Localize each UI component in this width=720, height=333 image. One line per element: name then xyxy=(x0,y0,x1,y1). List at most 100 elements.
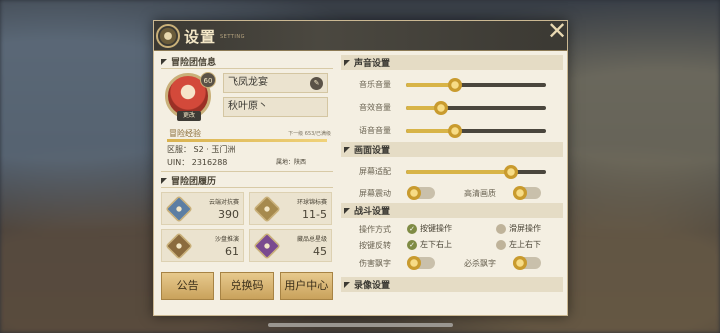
record-item[interactable]: 环球锦标赛 11-5 xyxy=(249,192,332,225)
display-toggles-row: 屏幕震动 高清画质 xyxy=(341,183,563,203)
cloud-battle-icon xyxy=(165,195,193,223)
player-name-field[interactable]: 飞凤龙宴 ✎ xyxy=(223,73,328,93)
page-title: 设置 xyxy=(184,28,217,46)
voice-volume-row: 语音音量 xyxy=(341,119,563,142)
record-value: 45 xyxy=(313,245,327,258)
uin-text: UIN： 2316288 xyxy=(167,158,228,167)
records-grid: 云端对抗赛 390 环球锦标赛 11-5 沙盘推演 61 藏品总星级 45 xyxy=(161,192,333,262)
display-settings-header: 画面设置 xyxy=(341,142,563,157)
server-text: 区服： S2 · 玉门洲 xyxy=(167,145,236,154)
section-triangle-icon xyxy=(344,59,350,66)
exp-bar-fill xyxy=(167,139,327,142)
voice-volume-label: 语音音量 xyxy=(359,126,391,135)
check-icon: ✓ xyxy=(407,223,417,234)
section-triangle-icon xyxy=(344,207,350,214)
control-mode-row: 操作方式 ✓ 按键操作 滑屏操作 xyxy=(341,221,563,237)
record-name: 云端对抗赛 xyxy=(208,199,239,206)
radio-icon xyxy=(496,239,506,250)
page-subtitle: SETTING xyxy=(220,34,245,40)
record-name: 沙盘推演 xyxy=(214,236,239,243)
record-settings-header: 录像设置 xyxy=(341,277,563,292)
check-icon: ✓ xyxy=(407,239,417,250)
kill-text-toggle[interactable] xyxy=(513,256,541,270)
radio-icon xyxy=(496,223,506,234)
sfx-volume-slider[interactable] xyxy=(406,101,546,115)
record-item[interactable]: 云端对抗赛 390 xyxy=(161,192,244,225)
slider-knob[interactable] xyxy=(434,101,448,115)
history-header-label: 冒险团履历 xyxy=(171,177,217,187)
exp-bar xyxy=(167,139,327,142)
slider-knob[interactable] xyxy=(504,165,518,179)
option-label: 左下右上 xyxy=(420,240,452,249)
exp-progress-text: 下一级 653/已满级 xyxy=(288,131,331,137)
option-label: 按键操作 xyxy=(420,224,452,233)
button-control-option[interactable]: ✓ 按键操作 xyxy=(407,223,452,234)
sfx-volume-row: 音效音量 xyxy=(341,96,563,119)
settings-dialog: 设置 SETTING 冒险团信息 60 更改 飞凤龙宴 ✎ 秋叶原丶 冒险经验 … xyxy=(153,20,568,316)
option-label: 滑屏操作 xyxy=(509,224,541,233)
change-avatar-button[interactable]: 更改 xyxy=(177,111,201,121)
team-info-header: 冒险团信息 xyxy=(161,55,333,69)
slider-fill xyxy=(406,170,511,174)
championship-icon xyxy=(253,195,281,223)
kill-text-label: 必杀飘字 xyxy=(464,259,496,268)
hd-quality-label: 高清画质 xyxy=(464,189,496,198)
sfx-volume-label: 音效音量 xyxy=(359,103,391,112)
screen-shake-toggle[interactable] xyxy=(407,186,435,200)
slider-knob[interactable] xyxy=(448,124,462,138)
location-text: 属地：陕西 xyxy=(276,159,307,166)
toggle-knob xyxy=(407,256,421,270)
signature-field[interactable]: 秋叶原丶 xyxy=(223,97,328,117)
sandbox-icon xyxy=(165,232,193,260)
home-indicator[interactable] xyxy=(268,323,453,327)
toggle-knob xyxy=(407,186,421,200)
edit-name-icon[interactable]: ✎ xyxy=(310,77,323,90)
sound-settings-header: 声音设置 xyxy=(341,55,563,70)
toggle-knob xyxy=(513,186,527,200)
record-item[interactable]: 沙盘推演 61 xyxy=(161,229,244,262)
divider xyxy=(161,171,333,172)
screen-fit-row: 屏幕适配 xyxy=(341,160,563,183)
server-line: 区服： S2 · 玉门洲 xyxy=(161,143,333,156)
sound-settings-label: 声音设置 xyxy=(354,59,391,69)
battle-settings-label: 战斗设置 xyxy=(354,207,391,217)
record-value: 61 xyxy=(225,245,239,258)
damage-text-label: 伤害飘字 xyxy=(359,259,391,268)
control-mode-label: 操作方式 xyxy=(359,225,391,234)
redeem-code-button[interactable]: 兑换码 xyxy=(220,272,274,300)
history-header: 冒险团履历 xyxy=(161,174,333,188)
damage-text-toggle[interactable] xyxy=(407,256,435,270)
close-icon[interactable]: ✕ xyxy=(546,19,568,43)
reverse-option-a[interactable]: ✓ 左下右上 xyxy=(407,239,452,250)
screen-fit-label: 屏幕适配 xyxy=(359,167,391,176)
record-name: 藏品总星级 xyxy=(296,236,327,243)
toggle-knob xyxy=(513,256,527,270)
section-triangle-icon xyxy=(161,177,167,184)
bottom-buttons: 公告 兑换码 用户中心 xyxy=(161,272,333,300)
slider-knob[interactable] xyxy=(448,78,462,92)
record-item[interactable]: 藏品总星级 45 xyxy=(249,229,332,262)
collection-star-icon xyxy=(253,232,281,260)
title-bar: 设置 SETTING xyxy=(154,21,567,51)
reverse-option-b[interactable]: 左上右下 xyxy=(496,239,541,250)
record-settings-label: 录像设置 xyxy=(354,281,391,291)
announcement-button[interactable]: 公告 xyxy=(161,272,215,300)
swipe-control-option[interactable]: 滑屏操作 xyxy=(496,223,541,234)
music-volume-slider[interactable] xyxy=(406,78,546,92)
section-triangle-icon xyxy=(161,58,167,65)
record-name: 环球锦标赛 xyxy=(296,199,327,206)
level-badge: 60 xyxy=(200,72,216,88)
hd-quality-toggle[interactable] xyxy=(513,186,541,200)
profile-block: 60 更改 飞凤龙宴 ✎ 秋叶原丶 xyxy=(161,72,333,125)
battle-settings-header: 战斗设置 xyxy=(341,203,563,218)
screen-fit-slider[interactable] xyxy=(406,165,546,179)
user-center-button[interactable]: 用户中心 xyxy=(279,272,333,300)
section-triangle-icon xyxy=(344,146,350,153)
record-value: 390 xyxy=(218,208,239,221)
team-info-panel: 冒险团信息 60 更改 飞凤龙宴 ✎ 秋叶原丶 冒险经验 下一级 653/已满级… xyxy=(161,55,333,311)
player-name: 飞凤龙宴 xyxy=(228,77,268,88)
uin-line: UIN： 2316288 属地：陕西 xyxy=(161,156,333,169)
record-value: 11-5 xyxy=(302,208,327,221)
voice-volume-slider[interactable] xyxy=(406,124,546,138)
settings-emblem-icon xyxy=(156,24,180,48)
